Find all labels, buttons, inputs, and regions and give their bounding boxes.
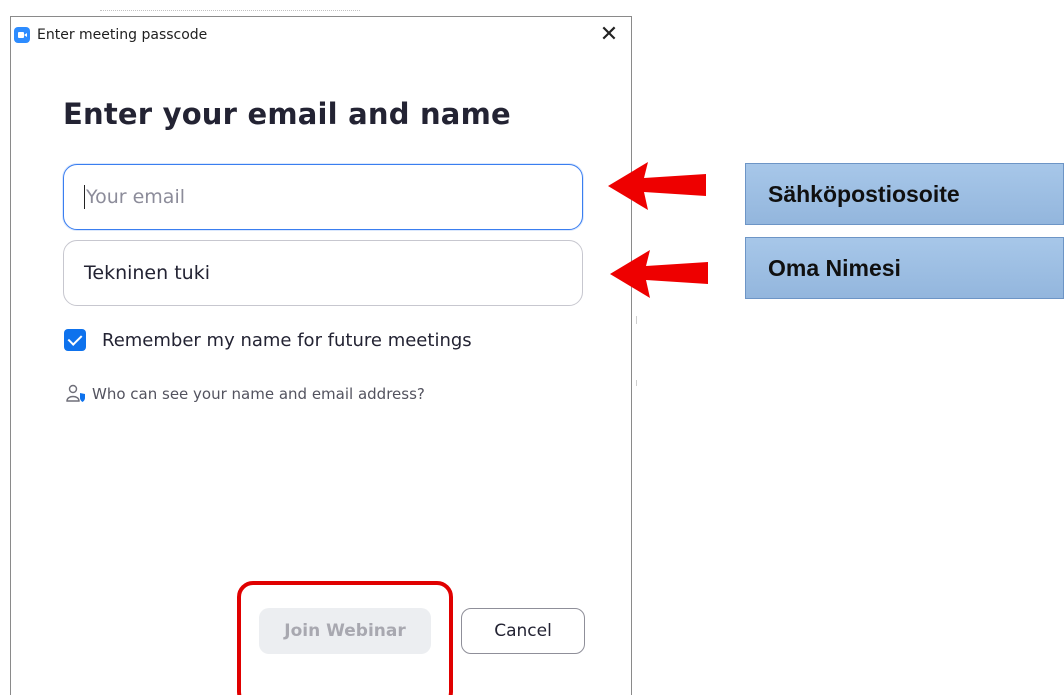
join-button-highlight: [237, 581, 453, 695]
background-divider: [636, 380, 637, 386]
name-field[interactable]: Tekninen tuki: [63, 240, 583, 306]
cancel-button[interactable]: Cancel: [461, 608, 585, 654]
name-callout: Oma Nimesi: [745, 237, 1064, 299]
background-divider: [636, 316, 637, 324]
email-placeholder: Your email: [86, 186, 185, 208]
remember-name-checkbox[interactable]: [64, 329, 86, 351]
privacy-info-link[interactable]: Who can see your name and email address?: [66, 384, 425, 404]
email-arrow-icon: [608, 162, 706, 210]
remember-name-row: Remember my name for future meetings: [64, 329, 472, 351]
text-caret: [84, 185, 85, 209]
close-button[interactable]: ✕: [595, 22, 623, 48]
name-value: Tekninen tuki: [84, 262, 210, 284]
email-field[interactable]: Your email: [63, 164, 583, 230]
screenshot-stage: Enter meeting passcode ✕ Enter your emai…: [0, 0, 1064, 695]
dialog-title: Enter meeting passcode: [37, 27, 208, 43]
remember-name-label[interactable]: Remember my name for future meetings: [102, 330, 472, 351]
user-shield-icon: [66, 384, 88, 404]
name-arrow-icon: [610, 250, 708, 298]
background-document-residue: [100, 10, 360, 14]
email-callout: Sähköpostiosoite: [745, 163, 1064, 225]
zoom-app-icon: [14, 27, 30, 43]
privacy-info-label[interactable]: Who can see your name and email address?: [92, 385, 425, 403]
page-title: Enter your email and name: [63, 97, 511, 131]
passcode-dialog: Enter meeting passcode ✕ Enter your emai…: [10, 16, 632, 695]
dialog-titlebar: Enter meeting passcode ✕: [11, 17, 631, 49]
